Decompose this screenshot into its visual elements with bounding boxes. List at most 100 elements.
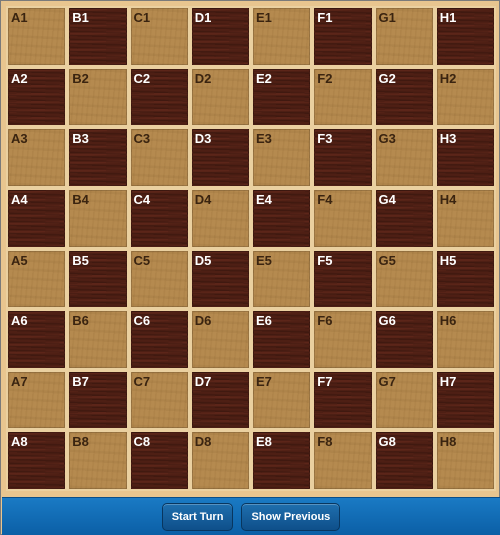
board-square-b4[interactable]: B4 <box>69 189 127 247</box>
square-label: E3 <box>256 131 272 147</box>
board-square-d1[interactable]: D1 <box>191 8 249 65</box>
board-square-e2[interactable]: E2 <box>253 68 311 126</box>
board-square-e3[interactable]: E3 <box>253 129 311 186</box>
square-label: G4 <box>378 191 396 207</box>
board-square-f5[interactable]: F5 <box>314 250 372 308</box>
start-turn-button[interactable]: Start Turn <box>161 502 234 531</box>
square-label: E5 <box>256 252 272 268</box>
board-square-h8[interactable]: H8 <box>436 432 494 489</box>
board-square-f2[interactable]: F2 <box>314 68 372 126</box>
square-label: A7 <box>11 373 28 389</box>
board-square-b6[interactable]: B6 <box>69 311 127 368</box>
square-label: H1 <box>439 10 457 25</box>
board-square-d7[interactable]: D7 <box>191 371 249 429</box>
board-square-e8[interactable]: E8 <box>253 432 311 489</box>
board-square-c2[interactable]: C2 <box>130 68 188 126</box>
square-label: A4 <box>11 191 28 207</box>
board-square-h7[interactable]: H7 <box>436 371 494 429</box>
square-label: H5 <box>439 252 457 268</box>
board-square-b5[interactable]: B5 <box>69 250 127 308</box>
board-square-f7[interactable]: F7 <box>314 371 372 429</box>
board-square-g5[interactable]: G5 <box>375 250 433 308</box>
board-square-f8[interactable]: F8 <box>314 432 372 489</box>
square-label: G8 <box>378 434 396 450</box>
show-previous-button[interactable]: Show Previous <box>241 502 341 531</box>
board-square-h4[interactable]: H4 <box>436 189 494 247</box>
board-square-g4[interactable]: G4 <box>375 189 433 247</box>
square-label: A2 <box>11 70 28 86</box>
board-square-a5[interactable]: A5 <box>8 250 66 308</box>
square-label: D8 <box>194 434 212 450</box>
board-square-b2[interactable]: B2 <box>69 68 127 126</box>
square-label: B4 <box>72 191 89 207</box>
board-square-c3[interactable]: C3 <box>130 129 188 186</box>
board-square-h5[interactable]: H5 <box>436 250 494 308</box>
board-square-g3[interactable]: G3 <box>375 129 433 186</box>
board-square-h6[interactable]: H6 <box>436 311 494 368</box>
board-square-f3[interactable]: F3 <box>314 129 372 186</box>
board-square-g1[interactable]: G1 <box>375 8 433 65</box>
square-label: G7 <box>378 373 396 389</box>
board-square-c4[interactable]: C4 <box>130 189 188 247</box>
square-label: A6 <box>11 313 28 329</box>
board-square-b3[interactable]: B3 <box>69 129 127 186</box>
board-square-c8[interactable]: C8 <box>130 432 188 489</box>
board-square-c1[interactable]: C1 <box>130 8 188 65</box>
board-square-f4[interactable]: F4 <box>314 189 372 247</box>
board-square-a6[interactable]: A6 <box>8 311 66 368</box>
square-label: C6 <box>133 313 151 329</box>
square-label: C4 <box>133 191 151 207</box>
board-square-d3[interactable]: D3 <box>191 129 249 186</box>
square-label: G5 <box>378 252 396 268</box>
square-label: F5 <box>317 252 333 268</box>
square-label: H2 <box>439 70 457 86</box>
board-square-a4[interactable]: A4 <box>8 189 66 247</box>
board-square-e6[interactable]: E6 <box>253 311 311 368</box>
board-square-f1[interactable]: F1 <box>314 8 372 65</box>
square-label: D7 <box>194 373 212 389</box>
square-label: D6 <box>194 313 212 329</box>
board-square-e4[interactable]: E4 <box>253 189 311 247</box>
square-label: G3 <box>378 131 396 147</box>
square-label: D1 <box>194 10 212 25</box>
board-square-e1[interactable]: E1 <box>253 8 311 65</box>
square-label: C2 <box>133 70 151 86</box>
board-square-c5[interactable]: C5 <box>130 250 188 308</box>
square-label: G6 <box>378 313 396 329</box>
square-label: D5 <box>194 252 212 268</box>
square-label: F2 <box>317 70 333 86</box>
board-square-a7[interactable]: A7 <box>8 371 66 429</box>
board-square-b7[interactable]: B7 <box>69 371 127 429</box>
board-square-g7[interactable]: G7 <box>375 371 433 429</box>
board-square-a8[interactable]: A8 <box>8 432 66 489</box>
board-square-h2[interactable]: H2 <box>436 68 494 126</box>
square-label: D4 <box>194 191 212 207</box>
board-square-d8[interactable]: D8 <box>191 432 249 489</box>
square-label: A8 <box>11 434 28 450</box>
square-label: F1 <box>317 10 333 25</box>
board-square-h3[interactable]: H3 <box>436 129 494 186</box>
board-square-e7[interactable]: E7 <box>253 371 311 429</box>
square-label: A3 <box>11 131 28 147</box>
board-square-g6[interactable]: G6 <box>375 311 433 368</box>
board-square-c6[interactable]: C6 <box>130 311 188 368</box>
board-square-h1[interactable]: H1 <box>436 8 494 65</box>
board-square-g2[interactable]: G2 <box>375 68 433 126</box>
board-square-f6[interactable]: F6 <box>314 311 372 368</box>
board-square-d5[interactable]: D5 <box>191 250 249 308</box>
board-square-c7[interactable]: C7 <box>130 371 188 429</box>
square-label: C1 <box>133 10 151 25</box>
board-square-e5[interactable]: E5 <box>253 250 311 308</box>
square-label: E7 <box>256 373 272 389</box>
board-square-d2[interactable]: D2 <box>191 68 249 126</box>
board-square-a1[interactable]: A1 <box>8 8 66 65</box>
square-label: H3 <box>439 131 457 147</box>
board-square-d6[interactable]: D6 <box>191 311 249 368</box>
board-square-d4[interactable]: D4 <box>191 189 249 247</box>
board-square-b1[interactable]: B1 <box>69 8 127 65</box>
board-square-g8[interactable]: G8 <box>375 432 433 489</box>
board-square-a3[interactable]: A3 <box>8 129 66 186</box>
board-square-b8[interactable]: B8 <box>69 432 127 489</box>
board-square-a2[interactable]: A2 <box>8 68 66 126</box>
square-label: E2 <box>256 70 272 86</box>
